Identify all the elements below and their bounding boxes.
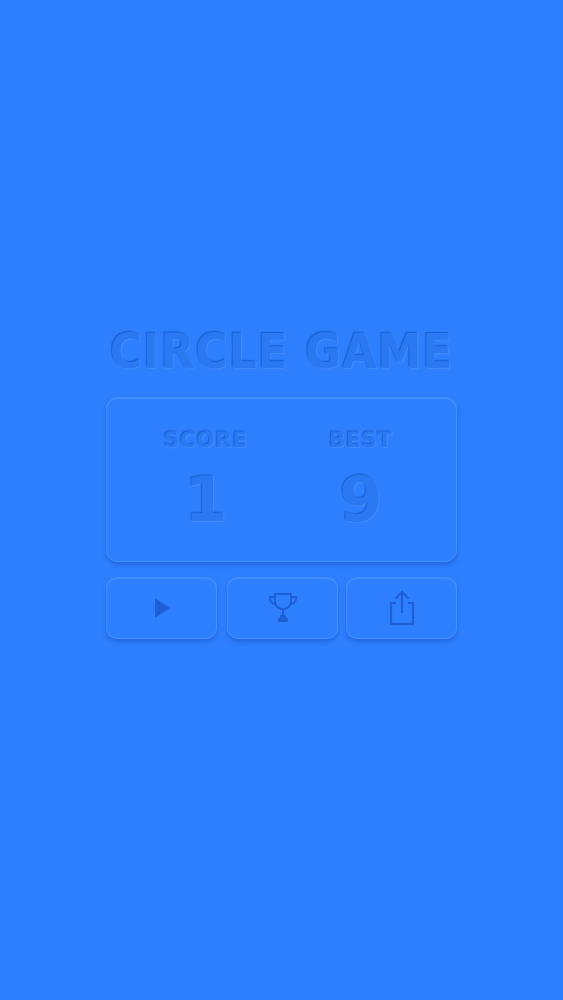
game-screen: CIRCLE GAME SCORE 1 BEST 9 [0, 0, 563, 1000]
play-icon [154, 598, 170, 618]
best-stat: BEST 9 [281, 398, 441, 563]
score-value: 1 [184, 463, 228, 536]
play-button[interactable] [106, 577, 217, 639]
best-label: BEST [329, 428, 393, 452]
score-panel: SCORE 1 BEST 9 [106, 397, 457, 562]
score-stat: SCORE 1 [126, 398, 286, 563]
leaderboard-button[interactable] [227, 577, 338, 639]
best-value: 9 [339, 463, 383, 536]
share-button[interactable] [346, 577, 457, 639]
share-icon [389, 590, 414, 626]
game-title: CIRCLE GAME [109, 324, 454, 380]
trophy-icon [268, 593, 297, 622]
score-label: SCORE [164, 428, 248, 452]
